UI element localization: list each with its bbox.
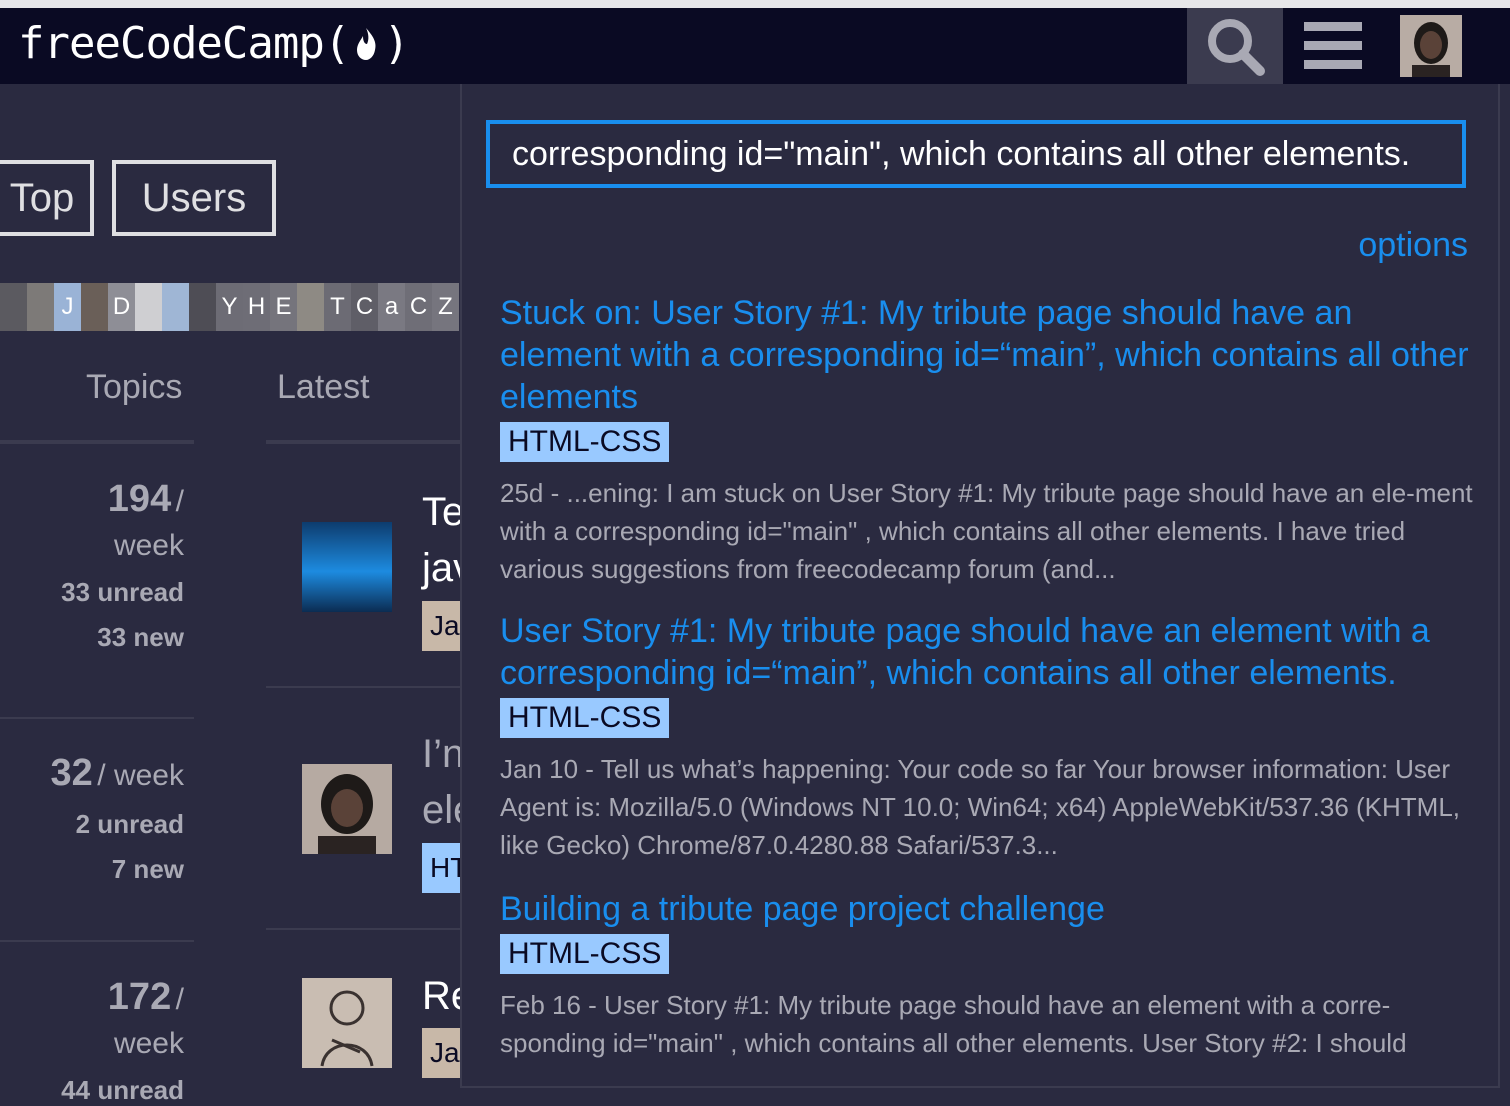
- logo-text-left: freeCodeCamp(: [18, 18, 350, 69]
- flame-icon: [351, 24, 381, 64]
- column-underline: [266, 440, 460, 444]
- avatar-thumb[interactable]: D: [108, 283, 135, 331]
- avatar-thumb[interactable]: [27, 283, 54, 331]
- category-tag[interactable]: HTML-CSS: [500, 698, 670, 738]
- stat-unread[interactable]: 2 unread: [4, 809, 184, 840]
- browser-top-strip: [0, 0, 1510, 8]
- nav-top-label: Top: [9, 175, 75, 220]
- stat-count: 32: [50, 752, 93, 794]
- search-options-link[interactable]: options: [1358, 226, 1468, 265]
- search-result-snippet: Feb 16 - User Story #1: My tribute page …: [500, 990, 1407, 1058]
- topic-title-partial[interactable]: I’n: [422, 732, 464, 777]
- stat-unit: /: [175, 983, 184, 1016]
- column-header-latest[interactable]: Latest: [277, 368, 370, 407]
- avatar-thumb[interactable]: [135, 283, 162, 331]
- row-divider: [0, 940, 194, 942]
- topic-tag-partial[interactable]: Ja: [422, 601, 462, 651]
- search-icon: [1208, 19, 1265, 76]
- column-header-topics[interactable]: Topics: [86, 368, 182, 407]
- stat-count: 194: [107, 478, 172, 520]
- avatar-thumb[interactable]: H: [243, 283, 270, 331]
- stat-unit-line: week: [113, 529, 184, 562]
- row-divider: [0, 717, 194, 719]
- avatar-thumb[interactable]: [81, 283, 108, 331]
- search-button[interactable]: [1187, 8, 1283, 84]
- topic-thumbnail[interactable]: [302, 978, 392, 1068]
- search-result-title[interactable]: Building a tribute page project challeng…: [500, 888, 1480, 930]
- search-result[interactable]: User Story #1: My tribute page should ha…: [500, 610, 1480, 864]
- avatar-thumb[interactable]: Y: [216, 283, 243, 331]
- topic-thumbnail[interactable]: [302, 522, 392, 612]
- nav-users-button[interactable]: Users: [112, 160, 276, 236]
- avatar-thumb[interactable]: C: [351, 283, 378, 331]
- avatar-thumb[interactable]: [0, 283, 27, 331]
- stat-count: 172: [107, 976, 172, 1018]
- search-dropdown: options Stuck on: User Story #1: My trib…: [460, 84, 1500, 1088]
- search-result[interactable]: Building a tribute page project challeng…: [500, 888, 1480, 1062]
- category-tag[interactable]: HTML-CSS: [500, 934, 670, 974]
- topic-thumbnail[interactable]: [302, 764, 392, 854]
- topic-tag-partial[interactable]: HT: [422, 843, 467, 893]
- search-input[interactable]: [486, 120, 1466, 188]
- avatar-thumb[interactable]: [297, 283, 324, 331]
- avatar-thumb[interactable]: Z: [432, 283, 459, 331]
- avatar-thumb[interactable]: C: [405, 283, 432, 331]
- topic-stats: 32 / week 2 unread 7 new: [4, 752, 184, 885]
- search-result-snippet: 25d - ...ening: I am stuck on User Story…: [500, 478, 1473, 584]
- site-header: freeCodeCamp( ): [0, 8, 1510, 84]
- search-result-title[interactable]: Stuck on: User Story #1: My tribute page…: [500, 292, 1480, 418]
- topic-tag-partial[interactable]: Ja: [422, 1028, 462, 1078]
- avatar-thumb[interactable]: E: [270, 283, 297, 331]
- avatar-thumb[interactable]: [162, 283, 189, 331]
- stat-new[interactable]: 7 new: [4, 854, 184, 885]
- search-result[interactable]: Stuck on: User Story #1: My tribute page…: [500, 292, 1480, 588]
- search-result-snippet: Jan 10 - Tell us what’s happening: Your …: [500, 754, 1461, 860]
- menu-button[interactable]: [1290, 8, 1376, 84]
- stat-unread[interactable]: 33 unread: [4, 577, 184, 608]
- user-avatar-button[interactable]: [1398, 8, 1464, 84]
- stat-unread[interactable]: 44 unread: [4, 1075, 184, 1106]
- user-avatar: [1400, 15, 1462, 77]
- avatar-thumb[interactable]: J: [54, 283, 81, 331]
- avatar-thumb[interactable]: T: [324, 283, 351, 331]
- topic-stats: 194 / week 33 unread 33 new: [4, 478, 184, 653]
- search-result-title[interactable]: User Story #1: My tribute page should ha…: [500, 610, 1480, 694]
- topic-title-partial[interactable]: Te: [422, 490, 464, 535]
- row-divider: [266, 928, 460, 930]
- avatar-thumb[interactable]: a: [378, 283, 405, 331]
- stat-unit: / week: [97, 759, 184, 792]
- avatar-thumb[interactable]: [189, 283, 216, 331]
- active-users-avatar-strip: J D Y H E T C a C Z: [0, 283, 460, 331]
- topic-stats: 172 / week 44 unread: [4, 976, 184, 1106]
- stat-unit-line: week: [113, 1027, 184, 1060]
- nav-users-label: Users: [141, 175, 247, 220]
- stat-unit: /: [175, 485, 184, 518]
- category-tag[interactable]: HTML-CSS: [500, 422, 670, 462]
- freecodecamp-logo[interactable]: freeCodeCamp( ): [18, 18, 410, 69]
- nav-top-button[interactable]: Top: [0, 160, 94, 236]
- hamburger-menu-icon: [1304, 22, 1362, 69]
- row-divider: [266, 686, 460, 688]
- column-underline: [0, 440, 194, 444]
- stat-new[interactable]: 33 new: [4, 622, 184, 653]
- logo-text-right: ): [383, 18, 409, 69]
